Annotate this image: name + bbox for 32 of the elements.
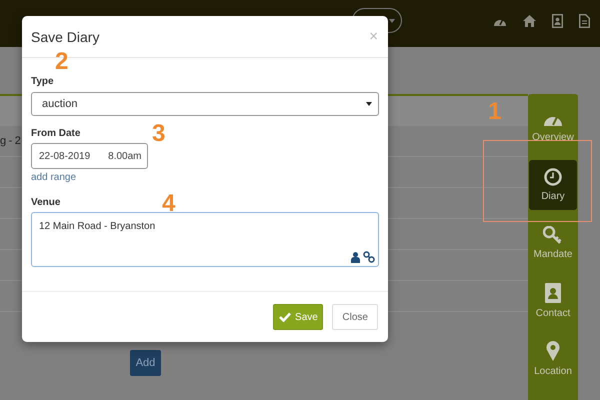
annotation-number: 2 xyxy=(55,50,68,74)
sidebar-item[interactable]: Mandate xyxy=(529,218,577,268)
contact-book-icon[interactable] xyxy=(552,14,563,28)
table-cell: g - 2 xyxy=(0,135,21,147)
link-icon[interactable] xyxy=(363,251,375,263)
close-button[interactable]: Close xyxy=(332,304,378,330)
field-label: Venue xyxy=(31,197,60,208)
venue-field[interactable]: 12 Main Road - Bryanston xyxy=(31,212,379,267)
save-button[interactable]: Save xyxy=(273,304,324,330)
home-icon[interactable] xyxy=(523,14,536,26)
key-icon xyxy=(543,226,563,244)
person-icon[interactable] xyxy=(351,252,360,263)
sidebar-item[interactable]: Diary xyxy=(529,160,577,210)
clock-icon xyxy=(544,168,562,186)
check-icon xyxy=(279,312,292,322)
date-field[interactable]: 22-08-2019 8.00am xyxy=(31,143,148,169)
map-pin-icon xyxy=(546,341,560,361)
add-range-link[interactable]: add range xyxy=(31,172,76,183)
type-select[interactable]: auction xyxy=(31,92,379,116)
field-label: From Date xyxy=(31,128,80,139)
dialog-title: Save Diary xyxy=(31,28,100,44)
annotation-number: 1 xyxy=(488,100,502,124)
contact-book-icon xyxy=(545,283,561,303)
annotation-number: 3 xyxy=(152,122,166,146)
sidebar-item[interactable]: Overview xyxy=(529,102,577,152)
sidebar-item[interactable]: Location xyxy=(529,334,577,384)
sidebar-item[interactable]: Contact xyxy=(529,276,577,326)
document-icon[interactable] xyxy=(579,14,590,28)
caret-icon xyxy=(366,102,372,106)
field-label: Type xyxy=(31,76,54,87)
add-button[interactable]: Add xyxy=(130,350,161,376)
caret-icon xyxy=(389,18,395,22)
